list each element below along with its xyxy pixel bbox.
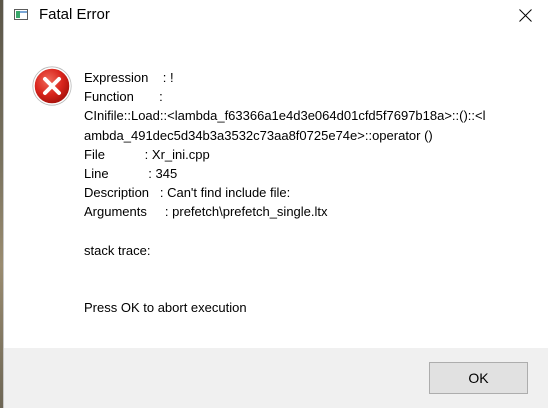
- error-icon: [32, 66, 72, 106]
- description-line: Description : Can't find include file:: [84, 185, 291, 201]
- button-bar: OK: [4, 348, 548, 408]
- app-icon: [14, 9, 28, 20]
- ok-button[interactable]: OK: [429, 362, 528, 394]
- file-line: File : Xr_ini.cpp: [84, 146, 210, 162]
- window-title: Fatal Error: [39, 6, 110, 23]
- arguments-line: Arguments : prefetch\prefetch_single.ltx: [84, 204, 328, 220]
- abort-instruction: Press OK to abort execution: [84, 300, 247, 316]
- expression-line: Expression : !: [84, 70, 174, 85]
- fatal-error-dialog: Fatal Error Expression : ! Function : CI…: [3, 0, 548, 408]
- title-bar[interactable]: Fatal Error: [4, 0, 548, 32]
- function-value-line-2: ambda_491dec5d34b3a3532c73aa8f0725e74e>:…: [84, 127, 433, 143]
- close-icon: [519, 9, 532, 22]
- line-number-line: Line : 345: [84, 165, 178, 181]
- function-label-line: Function :: [84, 89, 163, 105]
- stack-trace-label: stack trace:: [84, 242, 151, 258]
- error-message: Expression : ! Function : CInifile::Load…: [84, 68, 534, 317]
- close-button[interactable]: [502, 0, 548, 32]
- function-value-line-1: CInifile::Load::<lambda_f63366a1e4d3e064…: [84, 108, 486, 124]
